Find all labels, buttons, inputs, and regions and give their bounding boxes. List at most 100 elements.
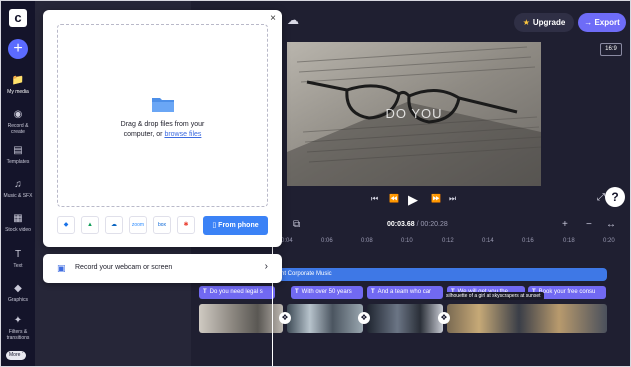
- video-preview[interactable]: DO YOU: [287, 42, 541, 186]
- video-clip[interactable]: [447, 304, 607, 333]
- text-icon: T: [295, 289, 299, 295]
- add-media-button[interactable]: +: [8, 39, 28, 59]
- rewind-icon[interactable]: ⏪: [389, 194, 399, 203]
- fullscreen-icon[interactable]: ⤢: [597, 192, 605, 203]
- ruler-tick: 0:10: [401, 238, 413, 244]
- drop-text-line1: Drag & drop files from your: [120, 121, 205, 128]
- clipchamp-logo[interactable]: c: [9, 9, 27, 27]
- record-label: Record your webcam or screen: [75, 264, 173, 271]
- cloud-sync-icon[interactable]: ☁: [287, 13, 299, 27]
- fit-timeline-icon[interactable]: ↔: [606, 219, 616, 230]
- text-clip[interactable]: T With over 50 years: [291, 286, 363, 299]
- sidebar-item-music-sfx[interactable]: ♫ Music & SFX: [1, 179, 35, 199]
- help-button[interactable]: ?: [605, 187, 625, 207]
- text-icon: T: [371, 289, 375, 295]
- transition-icon[interactable]: ❖: [279, 312, 291, 324]
- phone-icon: ▯: [212, 222, 217, 229]
- close-icon[interactable]: ×: [270, 13, 276, 24]
- play-icon[interactable]: ▶: [408, 192, 418, 208]
- export-icon: →: [584, 18, 593, 27]
- sidebar-item-filters-transitions[interactable]: ✦ Filters & transitions: [1, 315, 35, 341]
- record-webcam-screen-button[interactable]: ▣ Record your webcam or screen ›: [43, 254, 282, 283]
- more-label: More: [9, 352, 21, 358]
- sidebar-item-record-create[interactable]: ◉ Record & create: [1, 109, 35, 135]
- text-icon: T: [14, 249, 22, 260]
- sidebar-item-label: Record & create: [7, 123, 29, 135]
- shapes-icon: ◆: [14, 283, 22, 294]
- film-icon: ▦: [13, 213, 23, 224]
- drop-instructions: Drag & drop files from your computer, or…: [58, 120, 267, 140]
- video-clip[interactable]: [367, 304, 443, 333]
- aspect-ratio-button[interactable]: 16:9: [600, 43, 622, 56]
- preview-overlay-text: DO YOU: [385, 106, 443, 121]
- from-phone-label: From phone: [218, 222, 259, 229]
- from-phone-button[interactable]: ▯ From phone: [203, 216, 268, 235]
- text-clip[interactable]: T Do you need legal s: [199, 286, 275, 299]
- star-icon: ★: [522, 18, 530, 27]
- sidebar-item-label: Music & SFX: [3, 193, 33, 199]
- total-time: 00:20.28: [420, 221, 448, 228]
- ruler-tick: 0:08: [361, 238, 373, 244]
- time-readout: 00:03.68 / 00:20.28: [387, 221, 448, 228]
- ruler-tick: 0:14: [482, 238, 494, 244]
- text-clip-label: With over 50 years: [301, 289, 352, 295]
- templates-icon: ▤: [13, 145, 23, 156]
- ruler-tick: 0:06: [321, 238, 333, 244]
- dropzone[interactable]: Drag & drop files from your computer, or…: [57, 24, 268, 207]
- sidebar-item-label: Text: [13, 263, 23, 269]
- current-time: 00:03.68: [387, 221, 415, 228]
- zoom-out-icon[interactable]: −: [586, 219, 592, 230]
- sidebar-item-label: Templates: [6, 159, 30, 165]
- audio-track-clip[interactable]: nt Corporate Music: [271, 268, 607, 281]
- upgrade-button[interactable]: ★ Upgrade: [514, 13, 574, 32]
- upgrade-label: Upgrade: [532, 18, 566, 27]
- fast-forward-icon[interactable]: ⏩: [431, 194, 441, 203]
- transition-icon[interactable]: ❖: [358, 312, 370, 324]
- record-icon: ◉: [13, 109, 23, 120]
- dropbox-icon[interactable]: ◆: [57, 216, 75, 234]
- sidebar-item-label: Filters & transitions: [6, 329, 30, 341]
- text-clip[interactable]: T And a team who car: [367, 286, 443, 299]
- video-clip[interactable]: [199, 304, 283, 333]
- left-sidebar: c + 📁 My media ◉ Record & create ▤ Templ…: [1, 1, 35, 366]
- text-clip-label: Do you need legal s: [209, 289, 263, 295]
- sidebar-item-templates[interactable]: ▤ Templates: [1, 145, 35, 165]
- onedrive-icon[interactable]: ☁: [105, 216, 123, 234]
- export-button[interactable]: → Export: [578, 13, 626, 32]
- ruler-tick: 0:16: [522, 238, 534, 244]
- text-clip-label: And a team who car: [377, 289, 432, 295]
- upload-panel: × Drag & drop files from your computer, …: [43, 10, 282, 247]
- zoom-icon[interactable]: zoom: [129, 216, 147, 234]
- ruler-tick: 0:04: [281, 238, 293, 244]
- skip-to-end-icon[interactable]: ⏭: [449, 194, 456, 204]
- drop-text-line2: computer, or: [123, 131, 165, 138]
- browse-files-link[interactable]: browse files: [164, 131, 201, 138]
- sidebar-item-label: My media: [7, 89, 29, 95]
- text-clip-label: Book your free consu: [538, 289, 596, 295]
- video-clip[interactable]: [287, 304, 363, 333]
- sidebar-item-graphics[interactable]: ◆ Graphics: [1, 283, 35, 303]
- sidebar-item-label: Stock video: [5, 227, 31, 233]
- zoom-in-icon[interactable]: +: [562, 219, 568, 230]
- webcam-icon: ▣: [57, 263, 66, 273]
- sidebar-item-label: Graphics: [7, 297, 28, 303]
- more-button[interactable]: More ˇ: [6, 351, 27, 360]
- skip-to-start-icon[interactable]: ⏮: [371, 194, 378, 204]
- folder-icon: 📁: [11, 75, 25, 86]
- sidebar-item-text[interactable]: T Text: [1, 249, 35, 269]
- google-photos-icon[interactable]: ✱: [177, 216, 195, 234]
- ruler-tick: 0:12: [442, 238, 454, 244]
- transition-icon[interactable]: ❖: [438, 312, 450, 324]
- chevron-right-icon: ›: [264, 261, 268, 272]
- text-icon: T: [203, 289, 207, 295]
- export-label: Export: [594, 18, 620, 27]
- music-icon: ♫: [14, 179, 22, 190]
- sidebar-item-my-media[interactable]: 📁 My media: [1, 75, 35, 95]
- box-icon[interactable]: box: [153, 216, 171, 234]
- duplicate-icon[interactable]: ⧉: [293, 219, 300, 230]
- app-window: c + 📁 My media ◉ Record & create ▤ Templ…: [0, 0, 631, 367]
- google-drive-icon[interactable]: ▲: [81, 216, 99, 234]
- chevron-down-icon: ˇ: [21, 352, 24, 358]
- ruler-tick: 0:18: [563, 238, 575, 244]
- sidebar-item-stock-video[interactable]: ▦ Stock video: [1, 213, 35, 233]
